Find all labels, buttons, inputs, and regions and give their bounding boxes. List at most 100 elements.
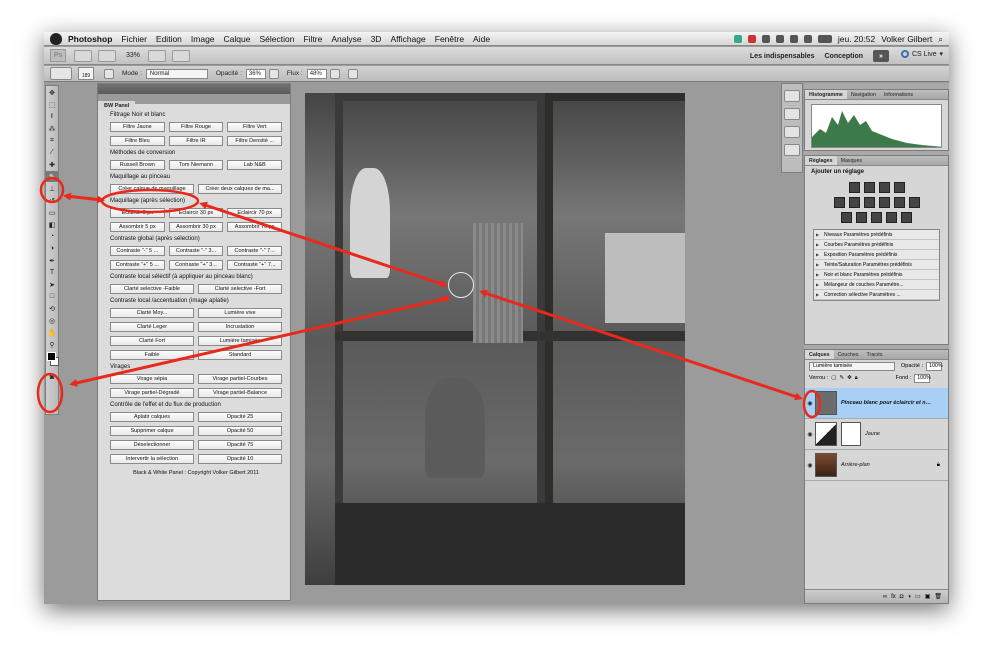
hand-tool-icon[interactable]: ✋ — [46, 327, 58, 338]
adjustment-preset-item[interactable]: Niveaux Paramètres prédéfinis — [814, 230, 939, 240]
bw-action-button[interactable]: Supprimer calque — [110, 426, 194, 436]
bw-action-button[interactable]: Assombrir 70 px — [227, 222, 283, 232]
gradient-map-icon[interactable] — [886, 212, 897, 223]
menu-fenetre[interactable]: Fenêtre — [435, 34, 464, 44]
tool-preset-picker[interactable] — [50, 67, 72, 80]
adjustment-preset-item[interactable]: Exposition Paramètres prédéfinis — [814, 250, 939, 260]
layer-name[interactable]: Pinceau blanc pour éclaircir et noi... — [841, 400, 933, 406]
bw-action-button[interactable]: Assombrir 5 px — [110, 222, 165, 232]
user-name[interactable]: Volker Gilbert — [881, 34, 932, 44]
bw-action-button[interactable]: Virage sépia — [110, 374, 194, 384]
bw-action-button[interactable]: Virage partiel-Balance — [198, 388, 282, 398]
layer-row[interactable]: ◉ Jaune — [805, 419, 948, 450]
zoom-level[interactable]: 33% — [126, 52, 140, 59]
status-icon[interactable] — [733, 35, 742, 43]
visibility-eye-icon[interactable]: ◉ — [805, 462, 815, 469]
tab-paths[interactable]: Tracés — [863, 350, 887, 359]
bw-action-button[interactable]: Opacité 50 — [198, 426, 282, 436]
history-brush-tool-icon[interactable]: ↺ — [46, 195, 58, 206]
bluetooth-icon[interactable] — [761, 35, 770, 43]
eyedropper-tool-icon[interactable]: ⁄ — [46, 147, 58, 158]
color-balance-icon[interactable] — [863, 197, 875, 208]
black-white-icon[interactable] — [878, 197, 890, 208]
lasso-tool-icon[interactable]: ℓ — [46, 111, 58, 122]
path-selection-tool-icon[interactable]: ➤ — [46, 279, 58, 290]
zoom-tool-icon[interactable]: ⚲ — [46, 339, 58, 350]
dodge-tool-icon[interactable]: ◑ — [46, 243, 58, 254]
new-group-icon[interactable]: ▭ — [915, 593, 921, 600]
bw-action-button[interactable]: Clarté Leger — [110, 322, 194, 332]
apple-icon[interactable] — [50, 32, 62, 45]
bw-action-button[interactable]: Faible — [110, 350, 194, 360]
blend-mode-select[interactable]: Normal — [145, 68, 208, 79]
bw-action-button[interactable]: Contraste "-" 5 ... — [110, 246, 165, 256]
tab-navigation[interactable]: Navigation — [847, 90, 880, 99]
bw-action-button[interactable]: Créer deux calques de ma... — [198, 184, 282, 194]
lock-all-icon[interactable]: 🔒︎ — [855, 375, 858, 382]
layer-blend-mode-select[interactable]: Lumière tamisée — [809, 361, 895, 371]
bw-action-button[interactable]: Filtre IR — [168, 136, 224, 146]
layer-row[interactable]: ◉ Arrière-plan 🔒︎ — [805, 450, 948, 481]
hue-saturation-icon[interactable] — [848, 197, 860, 208]
bw-action-button[interactable]: Contraste "+" 3... — [168, 260, 224, 270]
bw-action-button[interactable]: Russell Brown — [110, 160, 165, 170]
menu-filtre[interactable]: Filtre — [303, 34, 322, 44]
adjustment-preset-item[interactable]: Correction sélective Paramètres ... — [814, 290, 939, 300]
bw-panel-tab[interactable]: BW Panel — [98, 101, 136, 111]
bw-action-button[interactable]: Lab N&B — [227, 160, 283, 170]
bw-action-button[interactable]: Standard — [198, 350, 282, 360]
more-workspaces-icon[interactable]: » — [873, 50, 889, 62]
bw-action-button[interactable]: Clarté Fort — [110, 336, 194, 346]
gradient-tool-icon[interactable]: ◧ — [46, 219, 58, 230]
bw-action-button[interactable]: Opacité 10 — [198, 454, 282, 464]
bw-action-button[interactable]: Eclaircir 30 px — [168, 208, 224, 218]
tab-channels[interactable]: Couches — [834, 350, 863, 359]
menu-image[interactable]: Image — [191, 34, 215, 44]
bw-action-button[interactable]: Eclaircir 70 px — [227, 208, 283, 218]
bw-action-button[interactable]: Opacité 25 — [198, 412, 282, 422]
3d-rotate-tool-icon[interactable]: ⟲ — [46, 303, 58, 314]
menu-aide[interactable]: Aide — [473, 34, 490, 44]
arrange-documents-button[interactable] — [148, 49, 167, 62]
bw-action-button[interactable]: Aplatir calques — [110, 412, 194, 422]
adjustment-preset-item[interactable]: Teinte/Saturation Paramètres prédéfinis — [814, 260, 939, 270]
brush-preset-picker[interactable]: 189 — [78, 67, 94, 80]
bw-action-button[interactable]: Filtre Densité ... — [227, 136, 283, 146]
menu-selection[interactable]: Sélection — [259, 34, 294, 44]
menu-3d[interactable]: 3D — [371, 34, 382, 44]
healing-brush-tool-icon[interactable]: ✚ — [46, 159, 58, 170]
quick-mask-icon[interactable]: ◙ — [46, 372, 58, 383]
tab-histogram[interactable]: Histogramme — [805, 90, 847, 99]
layer-name[interactable]: Arrière-plan — [841, 462, 870, 468]
selective-color-icon[interactable] — [901, 212, 912, 223]
tab-info[interactable]: Informations — [880, 90, 917, 99]
foreground-color-swatch[interactable] — [47, 352, 56, 361]
fill-input[interactable]: 100% — [914, 373, 931, 383]
photo-filter-icon[interactable] — [893, 197, 905, 208]
brightness-icon[interactable] — [848, 182, 860, 193]
bw-action-button[interactable]: Assombrir 30 px — [168, 222, 224, 232]
brush-panel-toggle-icon[interactable] — [104, 68, 114, 79]
character-panel-icon[interactable] — [784, 144, 800, 156]
exposure-icon[interactable] — [893, 182, 905, 193]
menu-calque[interactable]: Calque — [224, 34, 251, 44]
tab-masks[interactable]: Masques — [837, 156, 867, 165]
lock-transparency-icon[interactable]: ▢ — [831, 375, 836, 381]
status-icon[interactable] — [747, 35, 756, 43]
channel-mixer-icon[interactable] — [908, 197, 920, 208]
menu-edition[interactable]: Edition — [156, 34, 182, 44]
bw-action-button[interactable]: Clarté selective -Fort — [198, 284, 282, 294]
bw-action-button[interactable]: Opacité 75 — [198, 440, 282, 450]
cs-live-button[interactable]: CS Live ▾ — [900, 50, 943, 58]
bw-action-button[interactable]: Intervertir la sélection — [110, 454, 194, 464]
add-mask-icon[interactable]: ◘ — [900, 594, 904, 600]
menu-app-name[interactable]: Photoshop — [68, 34, 112, 44]
layer-opacity-input[interactable]: 100% — [926, 361, 943, 371]
volume-icon[interactable] — [789, 35, 798, 43]
bw-action-button[interactable]: Virage partiel-Dégradé — [110, 388, 194, 398]
adjustment-preset-item[interactable]: Noir et blanc Paramètres prédéfinis — [814, 270, 939, 280]
layer-name[interactable]: Jaune — [865, 431, 880, 437]
wifi-icon[interactable] — [803, 35, 812, 43]
posterize-icon[interactable] — [856, 212, 867, 223]
bw-action-button[interactable]: Contraste "+" 7... — [227, 260, 283, 270]
